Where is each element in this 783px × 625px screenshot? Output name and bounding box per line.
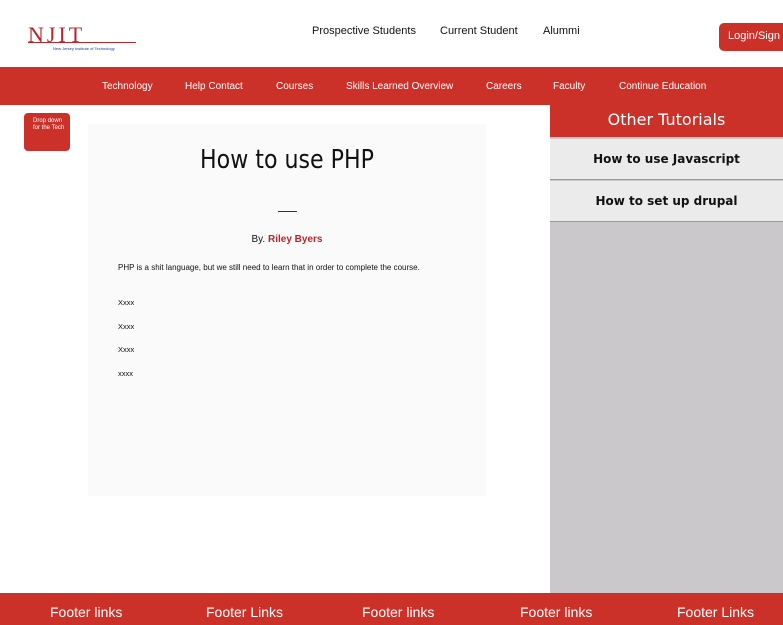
footer-link[interactable]: Footer links: [520, 604, 592, 620]
footer-link[interactable]: Footer Links: [206, 604, 283, 620]
footer-link[interactable]: Footer Links: [677, 604, 754, 620]
tech-dropdown-button[interactable]: Drop down for the Tech: [24, 113, 70, 151]
login-signup-button[interactable]: Login/Sign up: [719, 23, 783, 51]
sidebar-title: Other Tutorials: [550, 105, 783, 137]
article-paragraph: PHP is a shit language, but we still nee…: [118, 263, 420, 272]
top-header: NJIT New Jersey Institute of Technology …: [0, 0, 783, 67]
sidebar-link-drupal[interactable]: How to set up drupal: [550, 181, 783, 222]
byline-author: Riley Byers: [268, 234, 323, 245]
byline-prefix: By.: [251, 234, 266, 245]
main-navbar: Technology Help Contact Courses Skills L…: [0, 67, 783, 105]
njit-logo[interactable]: NJIT New Jersey Institute of Technology: [28, 24, 143, 54]
sidebar-link-javascript[interactable]: How to use Javascript: [550, 139, 783, 180]
article-line: Xxxx: [118, 345, 135, 354]
article-line: Xxxx: [118, 322, 135, 331]
footer-link[interactable]: Footer links: [362, 604, 434, 620]
nav-technology[interactable]: Technology: [102, 81, 153, 92]
prospective-students-link[interactable]: Prospective Students: [312, 25, 416, 37]
nav-careers[interactable]: Careers: [486, 81, 522, 92]
article-line: Xxxx: [118, 298, 135, 307]
footer-link[interactable]: Footer links: [50, 604, 122, 620]
article-card: How to use PHP By. Riley Byers PHP is a …: [88, 124, 486, 496]
nav-courses[interactable]: Courses: [276, 81, 313, 92]
current-student-link[interactable]: Current Student: [440, 25, 518, 37]
article-line: xxxx: [118, 369, 133, 378]
nav-help-contact[interactable]: Help Contact: [185, 81, 243, 92]
logo-subtitle: New Jersey Institute of Technology: [53, 46, 115, 51]
logo-underline: [28, 42, 136, 43]
article-title: How to use PHP: [200, 145, 374, 175]
tutorials-sidebar: Other Tutorials How to use Javascript Ho…: [550, 105, 783, 593]
alumni-link[interactable]: Alummi: [543, 25, 580, 37]
nav-skills-overview[interactable]: Skills Learned Overview: [346, 81, 453, 92]
nav-faculty[interactable]: Faculty: [553, 81, 585, 92]
footer-bar: Footer links Footer Links Footer links F…: [0, 593, 783, 625]
title-divider: [278, 211, 297, 212]
article-byline: By. Riley Byers: [88, 234, 486, 245]
nav-continue-education[interactable]: Continue Education: [619, 81, 706, 92]
